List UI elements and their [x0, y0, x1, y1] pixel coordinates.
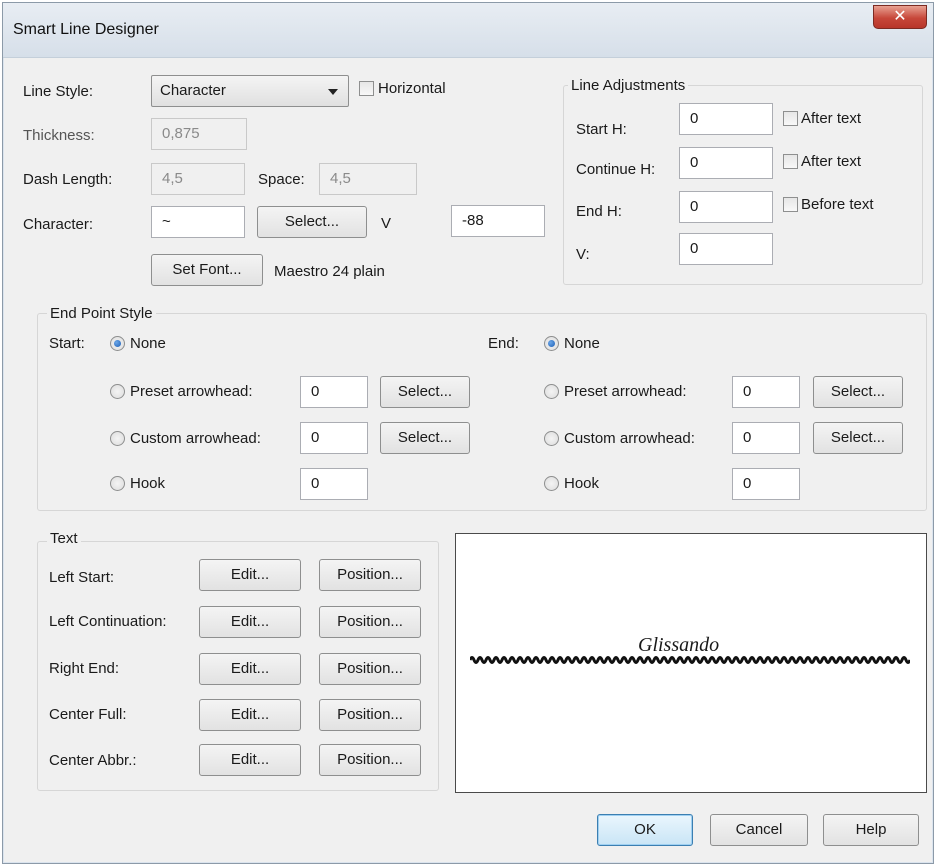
end-preset-radio[interactable] — [544, 384, 559, 399]
space-field: 4,5 — [319, 163, 417, 195]
right-end-label: Right End: — [49, 660, 120, 677]
line-adjustments-title: Line Adjustments — [568, 77, 689, 94]
end-preset-select-button[interactable]: Select... — [813, 376, 903, 408]
start-h-label: Start H: — [576, 121, 627, 138]
end-custom-field[interactable]: 0 — [732, 422, 800, 454]
end-custom-label: Custom arrowhead: — [564, 430, 695, 447]
start-hook-field[interactable]: 0 — [300, 468, 368, 500]
left-start-edit-button[interactable]: Edit... — [199, 559, 301, 591]
horizontal-checkbox[interactable] — [359, 81, 374, 96]
end-none-label: None — [564, 335, 600, 352]
character-field[interactable]: ~ — [151, 206, 245, 238]
character-select-button[interactable]: Select... — [257, 206, 367, 238]
v-offset-field[interactable]: -88 — [451, 205, 545, 237]
continue-after-text-checkbox[interactable] — [783, 154, 798, 169]
start-custom-label: Custom arrowhead: — [130, 430, 261, 447]
end-preset-field[interactable]: 0 — [732, 376, 800, 408]
start-hook-radio[interactable] — [110, 476, 125, 491]
left-continuation-edit-button[interactable]: Edit... — [199, 606, 301, 638]
left-continuation-position-button[interactable]: Position... — [319, 606, 421, 638]
space-label: Space: — [258, 171, 305, 188]
start-preset-select-button[interactable]: Select... — [380, 376, 470, 408]
dialog-title: Smart Line Designer — [13, 21, 159, 38]
dash-length-field: 4,5 — [151, 163, 245, 195]
dash-length-label: Dash Length: — [23, 171, 113, 188]
thickness-label: Thickness: — [23, 127, 95, 144]
start-label: Start: — [49, 335, 85, 352]
close-button[interactable]: ✕ — [873, 5, 927, 29]
end-h-field[interactable]: 0 — [679, 191, 773, 223]
start-preset-radio[interactable] — [110, 384, 125, 399]
smart-line-designer-dialog: Smart Line Designer ✕ Line Style: Charac… — [2, 2, 934, 864]
line-style-label: Line Style: — [23, 83, 94, 100]
center-abbr-edit-button[interactable]: Edit... — [199, 744, 301, 776]
ok-button[interactable]: OK — [597, 814, 693, 846]
line-preview: Glissando — [455, 533, 927, 793]
character-label: Character: — [23, 216, 94, 233]
start-hook-label: Hook — [130, 475, 166, 492]
end-preset-label: Preset arrowhead: — [564, 383, 687, 400]
thickness-field: 0,875 — [151, 118, 247, 150]
end-before-text-label: Before text — [801, 196, 874, 213]
start-custom-radio[interactable] — [110, 431, 125, 446]
continue-after-text-label: After text — [801, 153, 862, 170]
end-none-radio[interactable] — [544, 336, 559, 351]
left-continuation-label: Left Continuation: — [49, 613, 167, 630]
horizontal-label: Horizontal — [378, 80, 446, 97]
end-before-text-checkbox[interactable] — [783, 197, 798, 212]
line-style-value: Character — [160, 82, 226, 99]
set-font-button[interactable]: Set Font... — [151, 254, 263, 286]
end-hook-radio[interactable] — [544, 476, 559, 491]
center-abbr-label: Center Abbr.: — [49, 752, 137, 769]
continue-h-field[interactable]: 0 — [679, 147, 773, 179]
end-hook-field[interactable]: 0 — [732, 468, 800, 500]
end-custom-select-button[interactable]: Select... — [813, 422, 903, 454]
start-custom-select-button[interactable]: Select... — [380, 422, 470, 454]
end-h-label: End H: — [576, 203, 622, 220]
start-preset-field[interactable]: 0 — [300, 376, 368, 408]
right-end-position-button[interactable]: Position... — [319, 653, 421, 685]
start-none-label: None — [130, 335, 166, 352]
help-button[interactable]: Help — [823, 814, 919, 846]
adjust-v-field[interactable]: 0 — [679, 233, 773, 265]
end-label: End: — [488, 335, 519, 352]
line-style-select[interactable]: Character — [151, 75, 349, 107]
start-none-radio[interactable] — [110, 336, 125, 351]
center-full-edit-button[interactable]: Edit... — [199, 699, 301, 731]
v-offset-label: V — [381, 215, 392, 232]
center-full-position-button[interactable]: Position... — [319, 699, 421, 731]
chevron-down-icon — [328, 89, 338, 95]
start-custom-field[interactable]: 0 — [300, 422, 368, 454]
end-point-style-title: End Point Style — [47, 305, 156, 322]
start-after-text-label: After text — [801, 110, 862, 127]
title-bar: Smart Line Designer ✕ — [3, 3, 933, 58]
center-abbr-position-button[interactable]: Position... — [319, 744, 421, 776]
cancel-button[interactable]: Cancel — [710, 814, 808, 846]
start-after-text-checkbox[interactable] — [783, 111, 798, 126]
adjust-v-label: V: — [576, 246, 590, 263]
close-icon: ✕ — [893, 8, 907, 25]
right-end-edit-button[interactable]: Edit... — [199, 653, 301, 685]
end-custom-radio[interactable] — [544, 431, 559, 446]
end-hook-label: Hook — [564, 475, 600, 492]
text-group-title: Text — [47, 530, 81, 547]
center-full-label: Center Full: — [49, 706, 127, 723]
continue-h-label: Continue H: — [576, 161, 656, 178]
left-start-label: Left Start: — [49, 569, 115, 586]
start-preset-label: Preset arrowhead: — [130, 383, 253, 400]
font-name-label: Maestro 24 plain — [274, 263, 385, 280]
left-start-position-button[interactable]: Position... — [319, 559, 421, 591]
wavy-line-preview — [470, 656, 910, 664]
start-h-field[interactable]: 0 — [679, 103, 773, 135]
